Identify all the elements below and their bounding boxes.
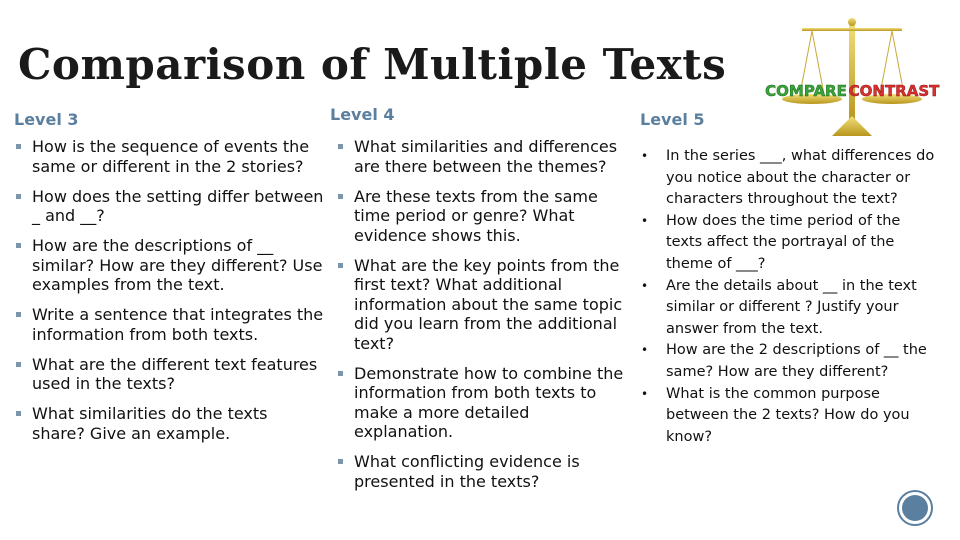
list-item: Demonstrate how to combine the informati…: [336, 364, 626, 442]
list-item: How are the descriptions of __ similar? …: [14, 236, 324, 295]
slide-nav-button[interactable]: [897, 490, 933, 526]
level-4-heading: Level 4: [330, 105, 395, 124]
list-item: In the series ___, what differences do y…: [638, 146, 938, 211]
list-item: What similarities and differences are th…: [336, 137, 626, 176]
list-item: What similarities do the texts share? Gi…: [14, 404, 324, 443]
level-4-list: What similarities and differences are th…: [336, 137, 626, 491]
list-item: What conflicting evidence is presented i…: [336, 452, 626, 491]
level-5-heading: Level 5: [640, 110, 705, 129]
list-item: Are the details about __ in the text sim…: [638, 276, 938, 341]
list-item: What are the different text features use…: [14, 355, 324, 394]
list-item: How does the time period of the texts af…: [638, 211, 938, 276]
list-item: How is the sequence of events the same o…: [14, 137, 324, 176]
level-3-heading: Level 3: [14, 110, 79, 129]
contrast-label: CONTRAST: [849, 82, 941, 100]
list-item: Are these texts from the same time perio…: [336, 187, 626, 246]
level-5-list: In the series ___, what differences do y…: [638, 146, 938, 448]
level-3-list: How is the sequence of events the same o…: [14, 137, 324, 443]
level-3-column: How is the sequence of events the same o…: [14, 137, 324, 454]
compare-label: COMPARE: [765, 82, 847, 100]
slide-title: Comparison of Multiple Texts: [18, 40, 727, 89]
circle-icon: [902, 495, 928, 521]
list-item: What are the key points from the first t…: [336, 256, 626, 354]
list-item: How are the 2 descriptions of __ the sam…: [638, 340, 938, 383]
list-item: How does the setting differ between _ an…: [14, 187, 324, 226]
list-item: What is the common purpose between the 2…: [638, 384, 938, 449]
compare-contrast-scale-icon: COMPARE CONTRAST: [765, 18, 941, 136]
level-5-column: In the series ___, what differences do y…: [638, 146, 938, 448]
level-4-column: What similarities and differences are th…: [336, 137, 626, 502]
list-item: Write a sentence that integrates the inf…: [14, 305, 324, 344]
